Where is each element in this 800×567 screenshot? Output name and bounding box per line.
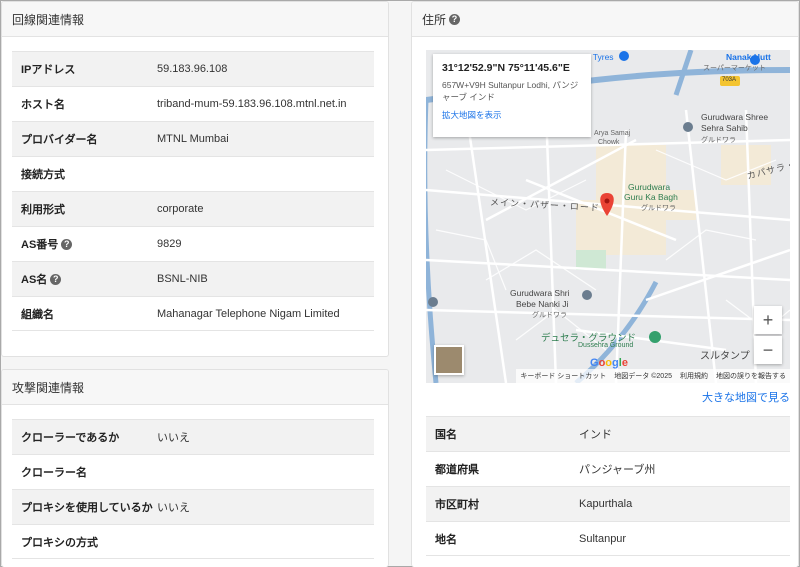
- row-label-crawler-name: クローラー名: [21, 467, 87, 479]
- table-row: 組織名 Mahanagar Telephone Nigam Limited: [12, 296, 374, 331]
- terms-link[interactable]: 利用規約: [680, 371, 708, 381]
- table-row: プロキシの方式: [12, 524, 374, 559]
- table-row: プロバイダー名 MTNL Mumbai: [12, 121, 374, 156]
- row-value-as-name: BSNL-NIB: [157, 273, 208, 285]
- row-label-city: 市区町村: [435, 499, 479, 511]
- map-label-arya-2: Chowk: [598, 139, 620, 146]
- report-error-link[interactable]: 地図の誤りを報告する: [716, 371, 786, 381]
- table-row: プロキシを使用しているか いいえ: [12, 489, 374, 524]
- map-place-address: 657W+V9H Sultanpur Lodhi, パンジ ャーブ インド: [442, 79, 582, 103]
- row-value-host: triband-mum-59.183.96.108.mtnl.net.in: [157, 98, 347, 110]
- row-label-provider: プロバイダー名: [21, 134, 98, 146]
- row-label-prefecture: 都道府県: [435, 464, 479, 476]
- table-row: 利用形式 corporate: [12, 191, 374, 226]
- row-label-host: ホスト名: [21, 99, 65, 111]
- line-info-table: IPアドレス 59.183.96.108 ホスト名 triband-mum-59…: [12, 51, 374, 331]
- row-value-as-number: 9829: [157, 238, 182, 250]
- row-value-city: Kapurthala: [579, 498, 633, 510]
- address-table: 国名 インド 都道府県 パンジャーブ州 市区町村 Kapurthala 地名 S…: [426, 416, 790, 556]
- map-info-window: 31°12'52.9"N 75°11'45.6"E 657W+V9H Sulta…: [433, 54, 591, 137]
- address-title: 住所: [422, 12, 447, 27]
- map-place-line-1: 657W+V9H Sultanpur Lodhi, パンジ: [442, 80, 579, 90]
- row-label-crawler: クローラーであるか: [21, 432, 120, 444]
- map-label-supermarket: スーパーマーケット: [703, 65, 766, 72]
- row-label-usage: 利用形式: [21, 204, 65, 216]
- table-row: 都道府県 パンジャーブ州: [426, 451, 790, 486]
- question-circle-icon[interactable]: ?: [50, 273, 62, 285]
- zoom-in-button[interactable]: +: [754, 306, 782, 334]
- table-row: AS番号 ? 9829: [12, 226, 374, 261]
- row-value-place: Sultanpur: [579, 532, 627, 545]
- map-label-bebe-2: Bebe Nanki Ji: [516, 299, 569, 309]
- row-label-as-number: AS番号 ?: [12, 236, 157, 252]
- map-label-bebe-1: Gurudwara Shri: [510, 288, 570, 298]
- question-circle-icon[interactable]: ?: [449, 13, 461, 25]
- line-info-header: 回線関連情報: [2, 2, 388, 37]
- enlarge-map-link[interactable]: 拡大地図を表示: [442, 109, 582, 121]
- table-row: AS名 ? BSNL-NIB: [12, 261, 374, 296]
- map-label-sultanpur: スルタンプ: [700, 351, 750, 362]
- map-label-703a: 703A: [722, 77, 737, 83]
- attack-info-card: 攻撃関連情報 クローラーであるか いいえ クローラー名 プロキシを使用しているか…: [1, 369, 389, 567]
- as-name-label: AS名: [21, 274, 48, 286]
- line-info-card: 回線関連情報 IPアドレス 59.183.96.108 ホスト名 triband…: [1, 1, 389, 357]
- row-label-as-name: AS名 ?: [12, 271, 157, 287]
- map-place-line-2: ャーブ インド: [442, 92, 495, 102]
- row-value-organization: Mahanagar Telephone Nigam Limited: [157, 307, 340, 320]
- map-label-dussehra: Dussehra Ground: [578, 342, 634, 349]
- map-label-arya-1: Arya Samaj: [594, 130, 631, 137]
- row-label-ip: IPアドレス: [21, 64, 76, 76]
- table-row: 接続方式: [12, 156, 374, 191]
- row-value-usage: corporate: [157, 203, 204, 215]
- row-value-prefecture: パンジャーブ州: [579, 464, 656, 476]
- row-label-place: 地名: [435, 533, 457, 546]
- address-header: 住所 ?: [412, 2, 798, 37]
- question-circle-icon[interactable]: ?: [61, 238, 73, 250]
- keyboard-shortcuts-link[interactable]: キーボード ショートカット: [520, 371, 606, 381]
- row-value-country: インド: [579, 429, 612, 441]
- map-label-gurudwara-shree-jp: グルドワラ: [701, 137, 736, 144]
- map-footer: キーボード ショートカット 地図データ ©2025 利用規約 地図の誤りを報告す…: [516, 369, 790, 383]
- row-label-proxy-method: プロキシの方式: [21, 536, 98, 549]
- table-row: 市区町村 Kapurthala: [426, 486, 790, 521]
- table-row: クローラー名: [12, 454, 374, 489]
- row-label-proxy: プロキシを使用しているか: [21, 502, 153, 514]
- row-label-country: 国名: [435, 429, 457, 441]
- row-value-proxy: いいえ: [157, 502, 190, 514]
- table-row: IPアドレス 59.183.96.108: [12, 51, 374, 86]
- map-data-text: 地図データ ©2025: [614, 373, 672, 380]
- map-coordinates: 31°12'52.9"N 75°11'45.6"E: [442, 62, 570, 74]
- row-value-crawler: いいえ: [157, 432, 190, 444]
- map-label-bebe-jp: グルドワラ: [532, 312, 567, 319]
- row-label-connection: 接続方式: [21, 169, 65, 181]
- map-label-nanak: Nanak Hutt: [726, 52, 771, 62]
- as-number-label: AS番号: [21, 239, 59, 251]
- line-info-title: 回線関連情報: [12, 12, 85, 27]
- attack-info-header: 攻撃関連情報: [2, 370, 388, 405]
- google-logo: Google: [590, 357, 628, 369]
- row-value-ip: 59.183.96.108: [157, 63, 228, 75]
- map-label-gurudwara-guru-1: Gurudwara: [628, 182, 671, 192]
- map-label-gurudwara-shree-1: Gurudwara Shree: [701, 112, 769, 122]
- table-row: 地名 Sultanpur: [426, 521, 790, 556]
- map-label-gurudwara-guru-2: Guru Ka Bagh: [624, 192, 678, 202]
- map-label-gurudwara-guru-jp: グルドワラ: [641, 205, 676, 212]
- row-value-provider: MTNL Mumbai: [157, 133, 229, 145]
- row-label-organization: 組織名: [21, 308, 54, 321]
- table-row: 国名 インド: [426, 416, 790, 451]
- view-larger-map-link[interactable]: 大きな地図で見る: [702, 389, 790, 405]
- table-row: クローラーであるか いいえ: [12, 419, 374, 454]
- attack-info-table: クローラーであるか いいえ クローラー名 プロキシを使用しているか いいえ プロ…: [12, 419, 374, 559]
- map-label-gurudwara-shree-2: Sehra Sahib: [701, 123, 748, 133]
- table-row: ホスト名 triband-mum-59.183.96.108.mtnl.net.…: [12, 86, 374, 121]
- zoom-out-button[interactable]: −: [754, 336, 782, 364]
- embedded-map[interactable]: Pritam Tyres Nanak Hutt スーパーマーケット 703A G…: [426, 50, 790, 383]
- satellite-toggle[interactable]: [434, 345, 464, 375]
- attack-info-title: 攻撃関連情報: [12, 380, 85, 395]
